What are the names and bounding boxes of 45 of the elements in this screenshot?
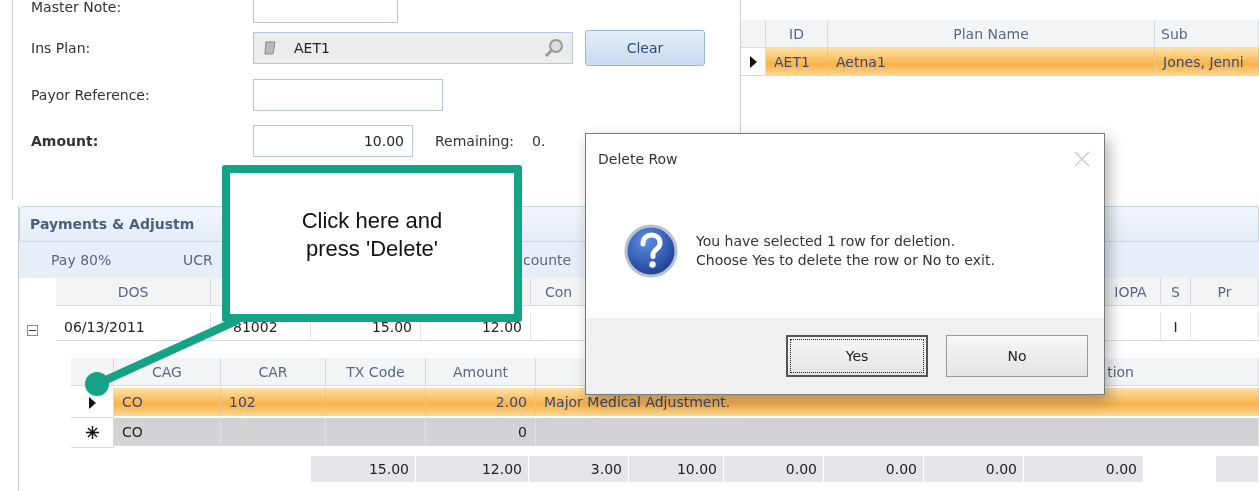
dialog-title: Delete Row (598, 151, 678, 167)
toolbar-item[interactable]: counte (523, 252, 572, 268)
dialog-button[interactable]: Yes (786, 335, 928, 377)
table-cell: 2.00 (426, 388, 536, 416)
toolbar-item[interactable]: UCR (183, 252, 213, 268)
total-cell: 0.00 (724, 456, 824, 482)
total-cell: 15.00 (311, 456, 416, 482)
table-cell: Aetna1 (828, 48, 1155, 76)
table-cell: 06/13/2011 (56, 313, 211, 341)
field-label: Payor Reference: (31, 87, 151, 103)
table-cell: I (1161, 313, 1191, 341)
total-cell: 10.00 (629, 456, 724, 482)
field-value: 10.00 (363, 133, 404, 149)
remaining-value: 0. (532, 133, 546, 149)
dialog-button[interactable]: No (946, 335, 1088, 377)
field-label: Master Note: (31, 0, 123, 15)
field-label: Amount: (31, 133, 100, 149)
total-cell: 0.00 (1024, 456, 1144, 482)
remaining-label: Remaining: (435, 133, 515, 149)
total-cell: 0.00 (924, 456, 1024, 482)
total-cell: 0.00 (824, 456, 924, 482)
column-header[interactable]: ID (766, 20, 828, 48)
callout-note: Click here and press 'Delete' (222, 165, 522, 322)
toolbar-item[interactable]: Pay 80% (51, 252, 112, 268)
column-header[interactable]: DOS (56, 278, 211, 306)
column-header[interactable]: S (1161, 278, 1191, 306)
table-cell: AET1 (766, 48, 828, 76)
column-header[interactable]: Sub (1155, 20, 1259, 48)
column-header[interactable]: Amount (426, 358, 536, 386)
table-cell: 102 (221, 388, 326, 416)
total-cell: 12.00 (416, 456, 529, 482)
column-header[interactable]: Plan Name (828, 20, 1155, 48)
column-header[interactable]: TX Code (326, 358, 426, 386)
input-field[interactable]: 10.00 (253, 125, 413, 157)
table-cell: CO (114, 388, 221, 416)
table-cell: 0 (426, 418, 536, 446)
column-header[interactable]: CAR (221, 358, 326, 386)
input-field[interactable]: AET1 (253, 32, 573, 64)
clear-button[interactable]: Clear (585, 30, 705, 66)
table-cell: Jones, Jenni (1155, 48, 1259, 76)
column-header[interactable]: Pr (1191, 278, 1259, 306)
field-label: Ins Plan: (31, 40, 92, 56)
table-cell: CO (114, 418, 221, 446)
field-value: AET1 (294, 40, 330, 56)
total-cell: 3.00 (529, 456, 629, 482)
